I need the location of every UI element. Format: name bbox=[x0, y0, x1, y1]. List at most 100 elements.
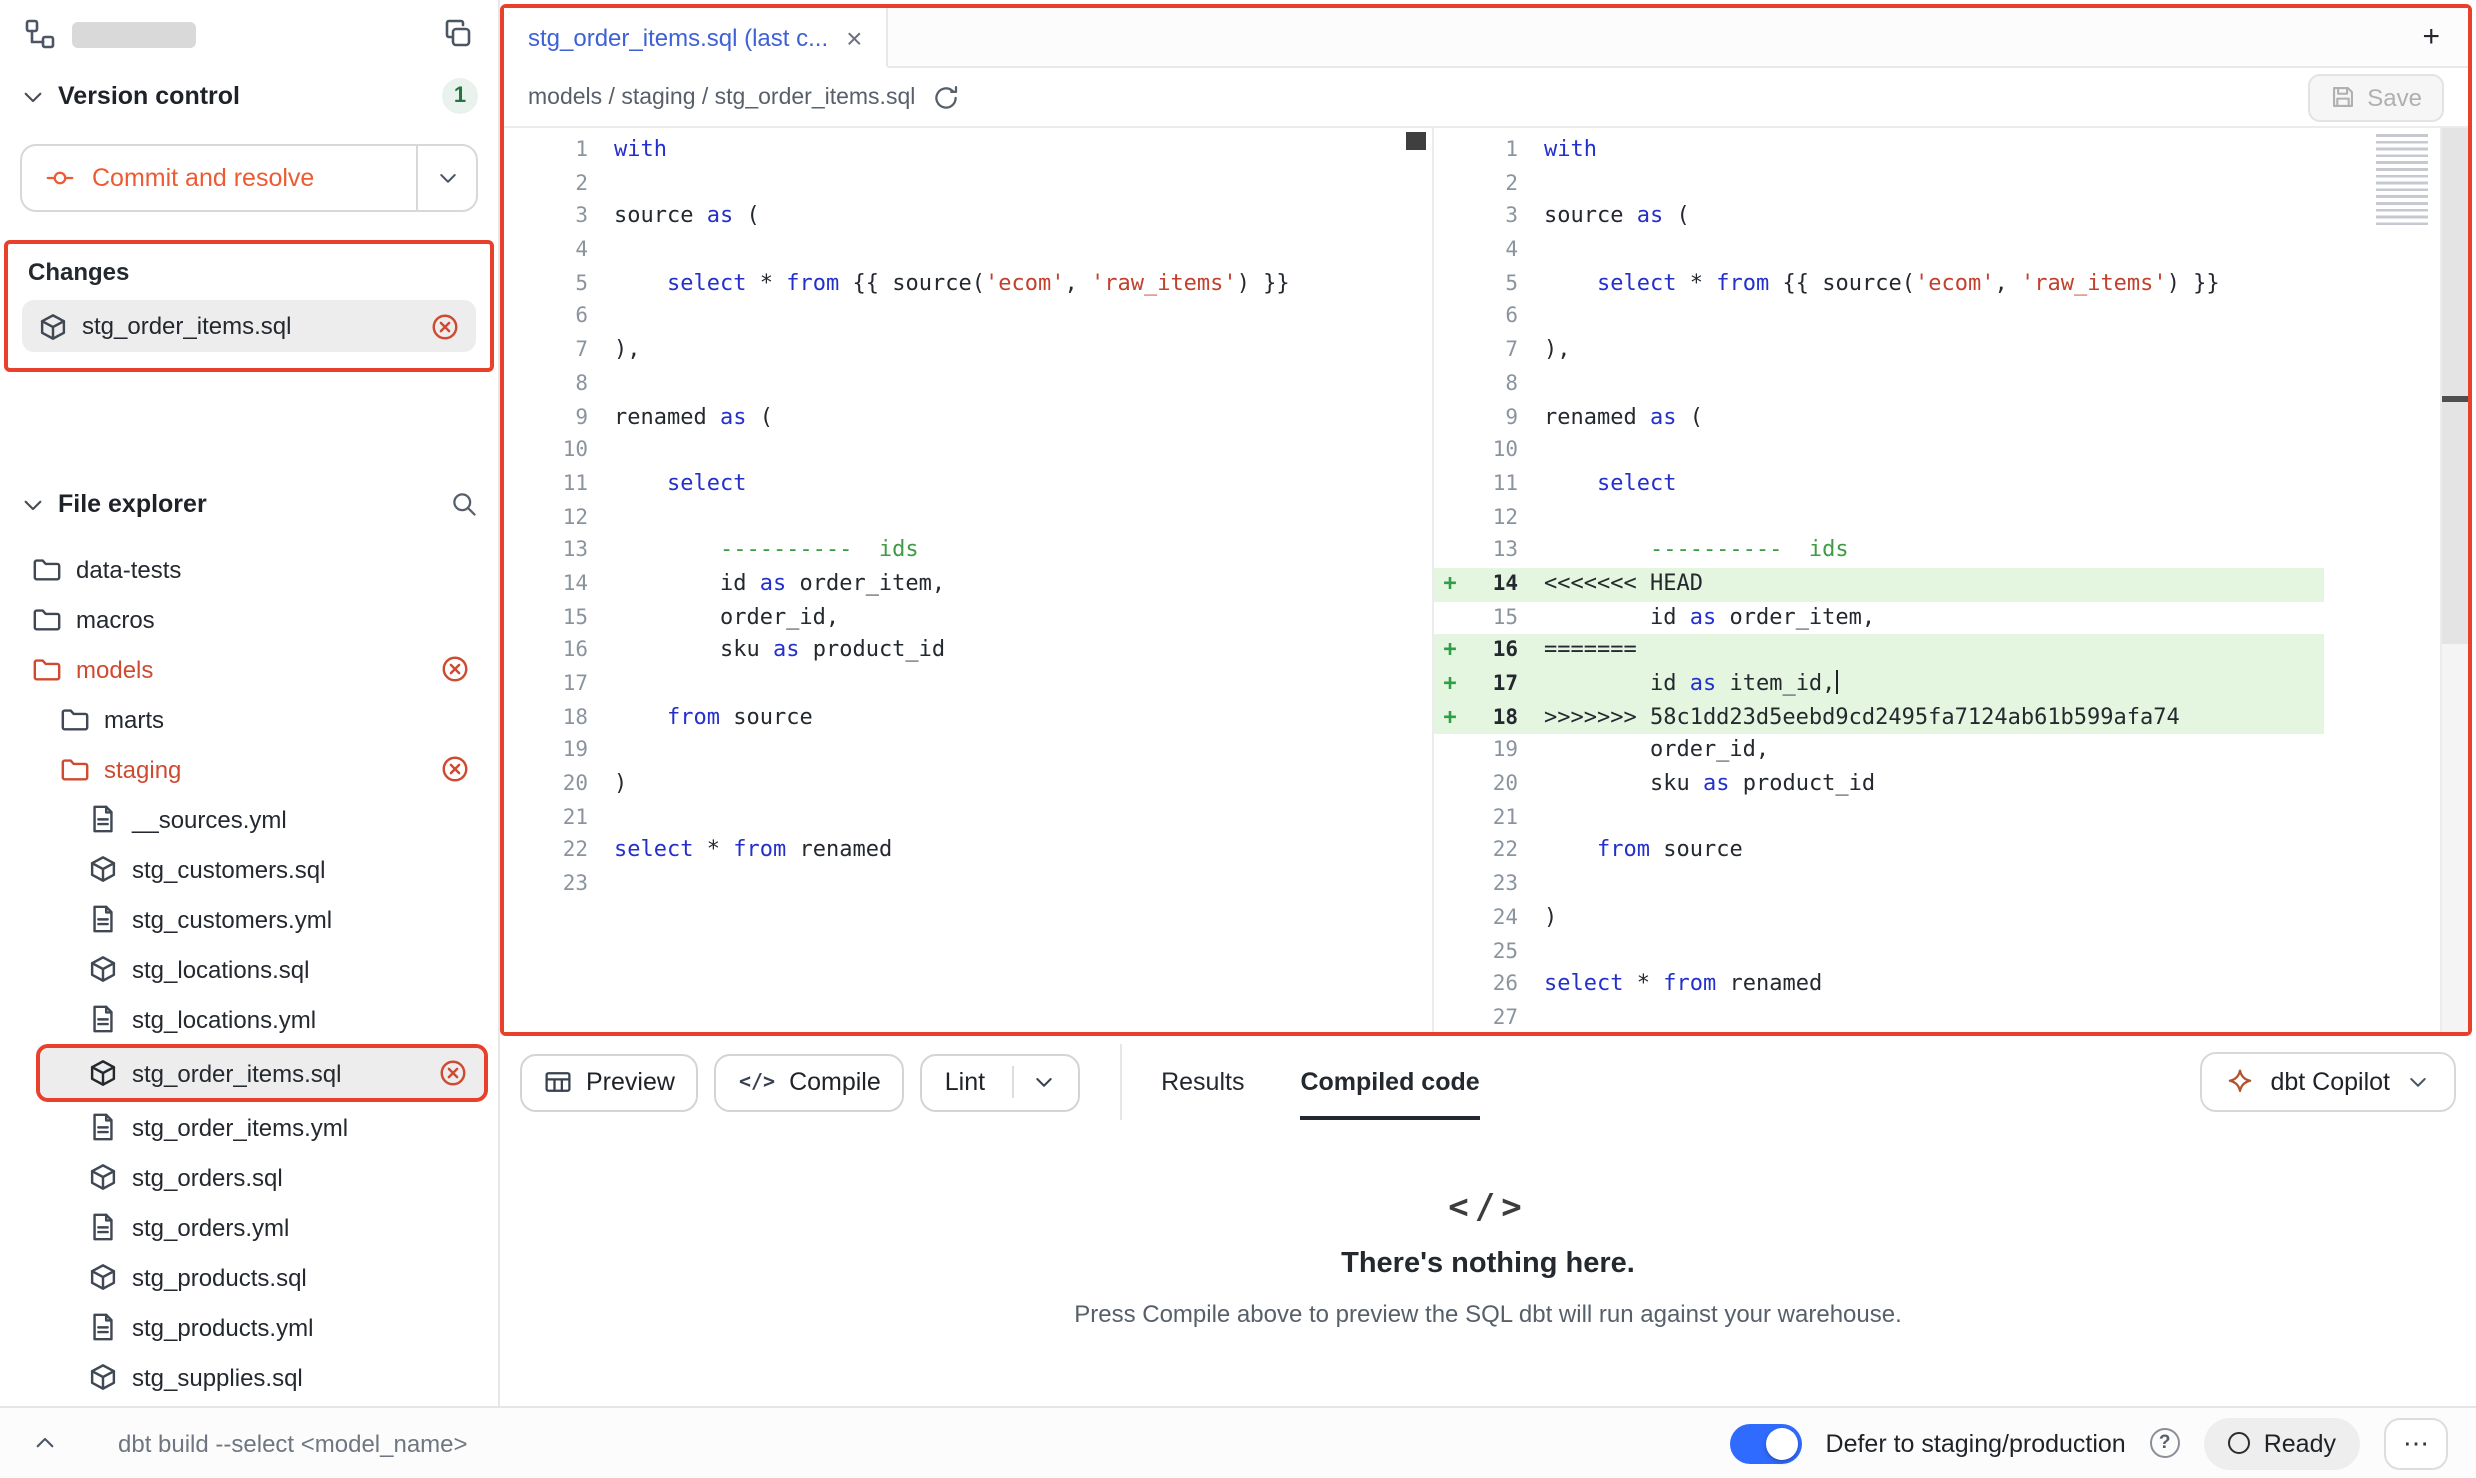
code-text: ======= bbox=[1518, 635, 1637, 668]
code-line: 17 bbox=[504, 668, 1404, 701]
annotation-editor-box: stg_order_items.sql (last c... × + model… bbox=[500, 4, 2472, 1036]
line-number: 18 bbox=[536, 701, 588, 734]
file-item-stg_customers.yml[interactable]: stg_customers.yml bbox=[0, 894, 498, 944]
file-item-stg_locations.yml[interactable]: stg_locations.yml bbox=[0, 994, 498, 1044]
version-control-title: Version control bbox=[58, 82, 240, 110]
line-number: 11 bbox=[1466, 468, 1518, 501]
line-number: 7 bbox=[1466, 334, 1518, 367]
file-item-stg_products.sql[interactable]: stg_products.sql bbox=[0, 1252, 498, 1302]
commit-options-button[interactable] bbox=[416, 146, 476, 210]
expand-console-icon[interactable] bbox=[32, 1430, 58, 1456]
file-item-stg_supplies.sql[interactable]: stg_supplies.sql bbox=[0, 1352, 498, 1402]
code-line: 10 bbox=[504, 434, 1404, 467]
code-text bbox=[1518, 935, 1544, 968]
gutter bbox=[1434, 234, 1466, 267]
file-item-stg_order_items.yml[interactable]: stg_order_items.yml bbox=[0, 1102, 498, 1152]
tab-compiled-code[interactable]: Compiled code bbox=[1300, 1044, 1479, 1120]
lint-button[interactable]: Lint bbox=[921, 1053, 1079, 1111]
gutter bbox=[1434, 868, 1466, 901]
compile-button[interactable]: </> Compile bbox=[715, 1053, 905, 1111]
version-control-header[interactable]: Version control 1 bbox=[0, 68, 498, 124]
file-item-label: staging bbox=[104, 755, 181, 783]
defer-toggle[interactable] bbox=[1730, 1423, 1802, 1463]
editor-pane-left[interactable]: 1with23source as (45 select * from {{ so… bbox=[504, 128, 1434, 1032]
file-item-stg_order_items.sql[interactable]: stg_order_items.sql bbox=[40, 1048, 484, 1098]
line-number: 13 bbox=[536, 535, 588, 568]
line-number: 15 bbox=[1466, 601, 1518, 634]
copy-icon[interactable] bbox=[442, 18, 474, 50]
commit-and-resolve-button[interactable]: Commit and resolve bbox=[20, 144, 478, 212]
code-lines-left: 1with23source as (45 select * from {{ so… bbox=[504, 128, 1432, 902]
code-line: 1with bbox=[504, 134, 1404, 167]
file-item-macros[interactable]: macros bbox=[0, 594, 498, 644]
preview-button[interactable]: Preview bbox=[520, 1053, 699, 1111]
workspace-icon[interactable] bbox=[24, 18, 56, 50]
line-number: 26 bbox=[1466, 968, 1518, 1001]
empty-state: </> There's nothing here. Press Compile … bbox=[500, 1120, 2476, 1406]
dbt-copilot-button[interactable]: dbt Copilot bbox=[2200, 1052, 2456, 1112]
scrollbar[interactable] bbox=[2440, 128, 2468, 1032]
help-icon[interactable]: ? bbox=[2150, 1428, 2180, 1458]
editor-pane-right[interactable]: 1with23source as (45 select * from {{ so… bbox=[1434, 128, 2468, 1032]
discard-change-icon[interactable] bbox=[430, 311, 460, 341]
code-text: id as item_id, bbox=[1518, 668, 1838, 701]
tab-stg-order-items-sql[interactable]: stg_order_items.sql (last c... × bbox=[504, 8, 889, 68]
file-item-data-tests[interactable]: data-tests bbox=[0, 544, 498, 594]
code-text bbox=[588, 368, 614, 401]
changes-count-badge: 1 bbox=[442, 78, 478, 114]
file-item-stg_products.yml[interactable]: stg_products.yml bbox=[0, 1302, 498, 1352]
file-explorer-header[interactable]: File explorer bbox=[0, 476, 498, 532]
command-text[interactable]: dbt build --select <model_name> bbox=[118, 1429, 468, 1457]
scrollbar-thumb[interactable] bbox=[1406, 132, 1426, 150]
file-item-stg_orders.sql[interactable]: stg_orders.sql bbox=[0, 1152, 498, 1202]
code-line: 7), bbox=[504, 334, 1404, 367]
lint-button-label: Lint bbox=[945, 1068, 985, 1096]
code-text: ), bbox=[588, 334, 641, 367]
file-item-marts[interactable]: marts bbox=[0, 694, 498, 744]
more-options-button[interactable]: ⋯ bbox=[2384, 1417, 2448, 1469]
file-item-staging[interactable]: staging bbox=[0, 744, 498, 794]
code-line: 25 bbox=[1434, 935, 2324, 968]
line-number: 12 bbox=[1466, 501, 1518, 534]
model-icon bbox=[88, 954, 118, 984]
file-item-label: stg_products.yml bbox=[132, 1313, 313, 1341]
line-number: 8 bbox=[536, 368, 588, 401]
code-text bbox=[1518, 234, 1544, 267]
search-icon[interactable] bbox=[450, 490, 478, 518]
code-line: +17 id as item_id, bbox=[1434, 668, 2324, 701]
code-line: 20 sku as product_id bbox=[1434, 768, 2324, 801]
gutter bbox=[504, 635, 536, 668]
new-tab-button[interactable]: + bbox=[2394, 8, 2468, 66]
model-icon bbox=[88, 1162, 118, 1192]
gutter bbox=[504, 768, 536, 801]
gutter bbox=[1434, 334, 1466, 367]
discard-change-icon[interactable] bbox=[438, 1058, 468, 1088]
code-text: select * from {{ source('ecom', 'raw_ite… bbox=[1518, 268, 2220, 301]
discard-change-icon[interactable] bbox=[440, 754, 470, 784]
chevron-down-icon[interactable] bbox=[1031, 1070, 1055, 1094]
file-icon bbox=[88, 904, 118, 934]
ready-status-badge[interactable]: Ready bbox=[2204, 1417, 2360, 1469]
annotation-selected-file-box: stg_order_items.sql bbox=[36, 1044, 488, 1102]
line-number: 27 bbox=[1466, 1002, 1518, 1032]
code-line: 23 bbox=[504, 868, 1404, 901]
changed-file-item[interactable]: stg_order_items.sql bbox=[22, 300, 476, 352]
gutter bbox=[1434, 902, 1466, 935]
file-item-stg_orders.yml[interactable]: stg_orders.yml bbox=[0, 1202, 498, 1252]
code-line: 16 sku as product_id bbox=[504, 635, 1404, 668]
save-button[interactable]: Save bbox=[2307, 73, 2444, 121]
chevron-down-icon bbox=[20, 83, 46, 109]
gutter bbox=[504, 268, 536, 301]
close-icon[interactable]: × bbox=[846, 23, 862, 51]
file-item-models[interactable]: models bbox=[0, 644, 498, 694]
refresh-icon[interactable] bbox=[931, 83, 959, 111]
discard-change-icon[interactable] bbox=[440, 654, 470, 684]
line-number: 3 bbox=[1466, 201, 1518, 234]
file-item-label: __sources.yml bbox=[132, 805, 287, 833]
file-item-__sources.yml[interactable]: __sources.yml bbox=[0, 794, 498, 844]
file-item-stg_customers.sql[interactable]: stg_customers.sql bbox=[0, 844, 498, 894]
scrollbar-thumb[interactable] bbox=[2442, 128, 2468, 644]
tab-results[interactable]: Results bbox=[1161, 1044, 1244, 1120]
line-number: 13 bbox=[1466, 535, 1518, 568]
file-item-stg_locations.sql[interactable]: stg_locations.sql bbox=[0, 944, 498, 994]
